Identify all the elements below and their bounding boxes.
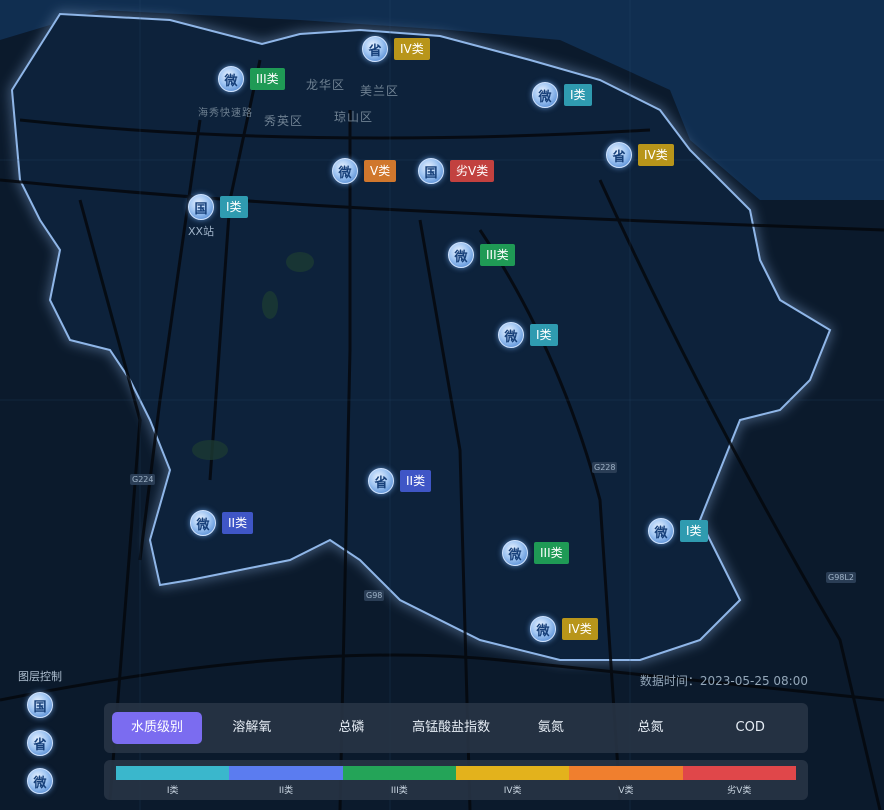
station-marker[interactable]: 微 III类 — [218, 66, 285, 92]
micro-station-icon: 微 — [218, 66, 244, 92]
road-shield: G224 — [130, 474, 156, 485]
legend-labels: I类 II类 III类 IV类 V类 劣V类 — [116, 780, 796, 796]
tab-permanganate-index[interactable]: 高锰酸盐指数 — [401, 712, 501, 744]
district-label: 龙华区 — [306, 78, 346, 92]
grade-badge: IV类 — [562, 618, 598, 640]
station-marker[interactable]: 微 V类 — [332, 158, 397, 184]
parameter-tab-bar: 水质级别 溶解氧 总磷 高锰酸盐指数 氨氮 总氮 COD — [104, 703, 808, 753]
legend-label: V类 — [618, 786, 634, 796]
grade-badge: II类 — [222, 512, 254, 534]
provincial-station-icon: 省 — [362, 36, 388, 62]
grade-badge: I类 — [680, 520, 708, 542]
legend-swatch — [455, 766, 570, 780]
station-marker[interactable]: 微 I类 — [532, 82, 592, 108]
grade-badge: V类 — [364, 160, 397, 182]
district-label: 琼山区 — [334, 110, 374, 124]
grade-badge: IV类 — [394, 38, 430, 60]
tab-dissolved-oxygen[interactable]: 溶解氧 — [202, 712, 302, 744]
micro-layer-toggle[interactable]: 微 — [27, 768, 53, 794]
grade-badge: III类 — [534, 542, 569, 564]
micro-station-icon: 微 — [532, 82, 558, 108]
grade-badge: II类 — [400, 470, 432, 492]
district-label: 秀英区 — [264, 114, 304, 128]
tab-total-nitrogen[interactable]: 总氮 — [601, 712, 701, 744]
tab-total-phosphorus[interactable]: 总磷 — [302, 712, 402, 744]
station-marker[interactable]: 微 III类 — [448, 242, 515, 268]
station-marker[interactable]: 微 I类 — [498, 322, 558, 348]
grade-badge: I类 — [530, 324, 558, 346]
legend-label: 劣V类 — [727, 786, 752, 796]
micro-station-icon: 微 — [648, 518, 674, 544]
micro-station-icon: 微 — [448, 242, 474, 268]
legend-color-bar — [116, 766, 796, 780]
station-marker[interactable]: 省 II类 — [368, 468, 432, 494]
national-station-icon: 国 — [418, 158, 444, 184]
station-marker[interactable]: 国 劣V类 — [418, 158, 495, 184]
station-marker[interactable]: 微 III类 — [502, 540, 569, 566]
legend-label: IV类 — [503, 786, 522, 796]
micro-station-icon: 微 — [502, 540, 528, 566]
provincial-layer-toggle[interactable]: 省 — [27, 730, 53, 756]
station-marker[interactable]: 微 II类 — [190, 510, 254, 536]
grade-badge: I类 — [220, 196, 248, 218]
legend-swatch — [682, 766, 796, 780]
road-shield: G228 — [592, 462, 618, 473]
tab-water-grade[interactable]: 水质级别 — [112, 712, 202, 744]
grade-badge: 劣V类 — [450, 160, 495, 182]
station-marker[interactable]: 微 I类 — [648, 518, 708, 544]
data-timestamp: 数据时间：2023-05-25 08:00 — [639, 674, 808, 688]
layer-control-title: 图层控制 — [18, 670, 62, 683]
station-marker[interactable]: 省 IV类 — [362, 36, 430, 62]
legend-swatch — [116, 766, 230, 780]
micro-station-icon: 微 — [190, 510, 216, 536]
provincial-station-icon: 省 — [368, 468, 394, 494]
micro-station-icon: 微 — [530, 616, 556, 642]
micro-station-icon: 微 — [332, 158, 358, 184]
national-station-icon: 国 — [188, 194, 214, 220]
station-marker[interactable]: 微 IV类 — [530, 616, 598, 642]
legend-swatch — [569, 766, 683, 780]
grade-badge: IV类 — [638, 144, 674, 166]
micro-station-icon: 微 — [498, 322, 524, 348]
layer-control-panel: 图层控制 国 省 微 — [12, 668, 68, 806]
legend-label: III类 — [390, 786, 408, 796]
road-name-label: 海秀快速路 — [198, 108, 253, 119]
station-name-label: XX站 — [188, 225, 215, 238]
provincial-station-icon: 省 — [606, 142, 632, 168]
grade-badge: I类 — [564, 84, 592, 106]
national-layer-toggle[interactable]: 国 — [27, 692, 53, 718]
road-shield: G98 — [364, 590, 385, 601]
legend-swatch — [229, 766, 343, 780]
legend-label: II类 — [278, 786, 294, 796]
legend-label: I类 — [166, 786, 179, 796]
district-label: 美兰区 — [360, 84, 400, 98]
station-marker[interactable]: 省 IV类 — [606, 142, 674, 168]
road-shield: G98L2 — [826, 572, 856, 583]
legend-swatch — [342, 766, 456, 780]
station-marker[interactable]: 国 I类 — [188, 194, 248, 220]
grade-badge: III类 — [480, 244, 515, 266]
tab-ammonia-nitrogen[interactable]: 氨氮 — [501, 712, 601, 744]
grade-badge: III类 — [250, 68, 285, 90]
grade-legend: I类 II类 III类 IV类 V类 劣V类 — [104, 760, 808, 800]
tab-cod[interactable]: COD — [700, 712, 800, 744]
